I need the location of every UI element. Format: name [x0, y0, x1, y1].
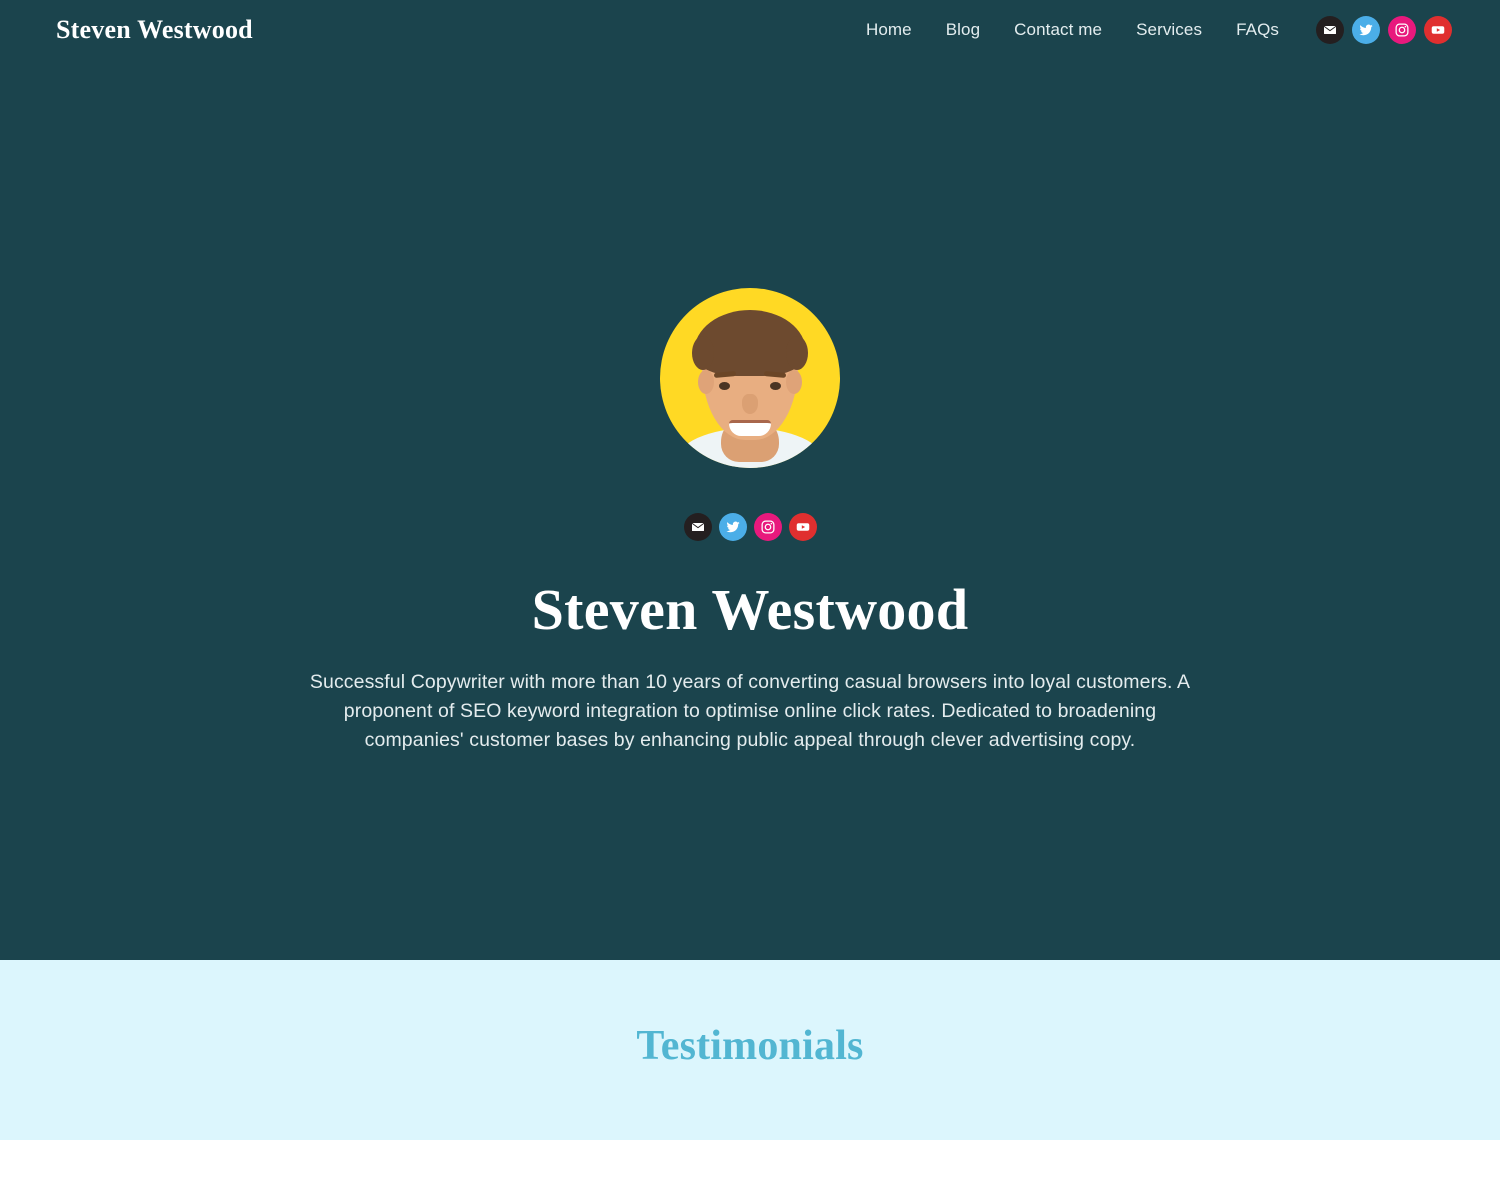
hero-social-links	[683, 513, 817, 541]
hero-instagram-icon[interactable]	[753, 513, 782, 541]
hero-bio-text: Successful Copywriter with more than 10 …	[309, 670, 1191, 751]
hero-youtube-icon[interactable]	[788, 513, 817, 541]
page-bottom-spacer	[0, 1140, 1500, 1200]
testimonials-section: Testimonials	[0, 960, 1500, 1140]
avatar	[660, 288, 840, 468]
hero-twitter-icon[interactable]	[718, 513, 747, 541]
page-title: Steven Westwood	[531, 577, 969, 642]
testimonials-title: Testimonials	[636, 1023, 864, 1069]
hero-email-icon[interactable]	[683, 513, 712, 541]
hero-content: Steven Westwood Successful Copywriter wi…	[0, 0, 1500, 960]
hero-section: Steven Westwood Home Blog Contact me Ser…	[0, 0, 1500, 960]
